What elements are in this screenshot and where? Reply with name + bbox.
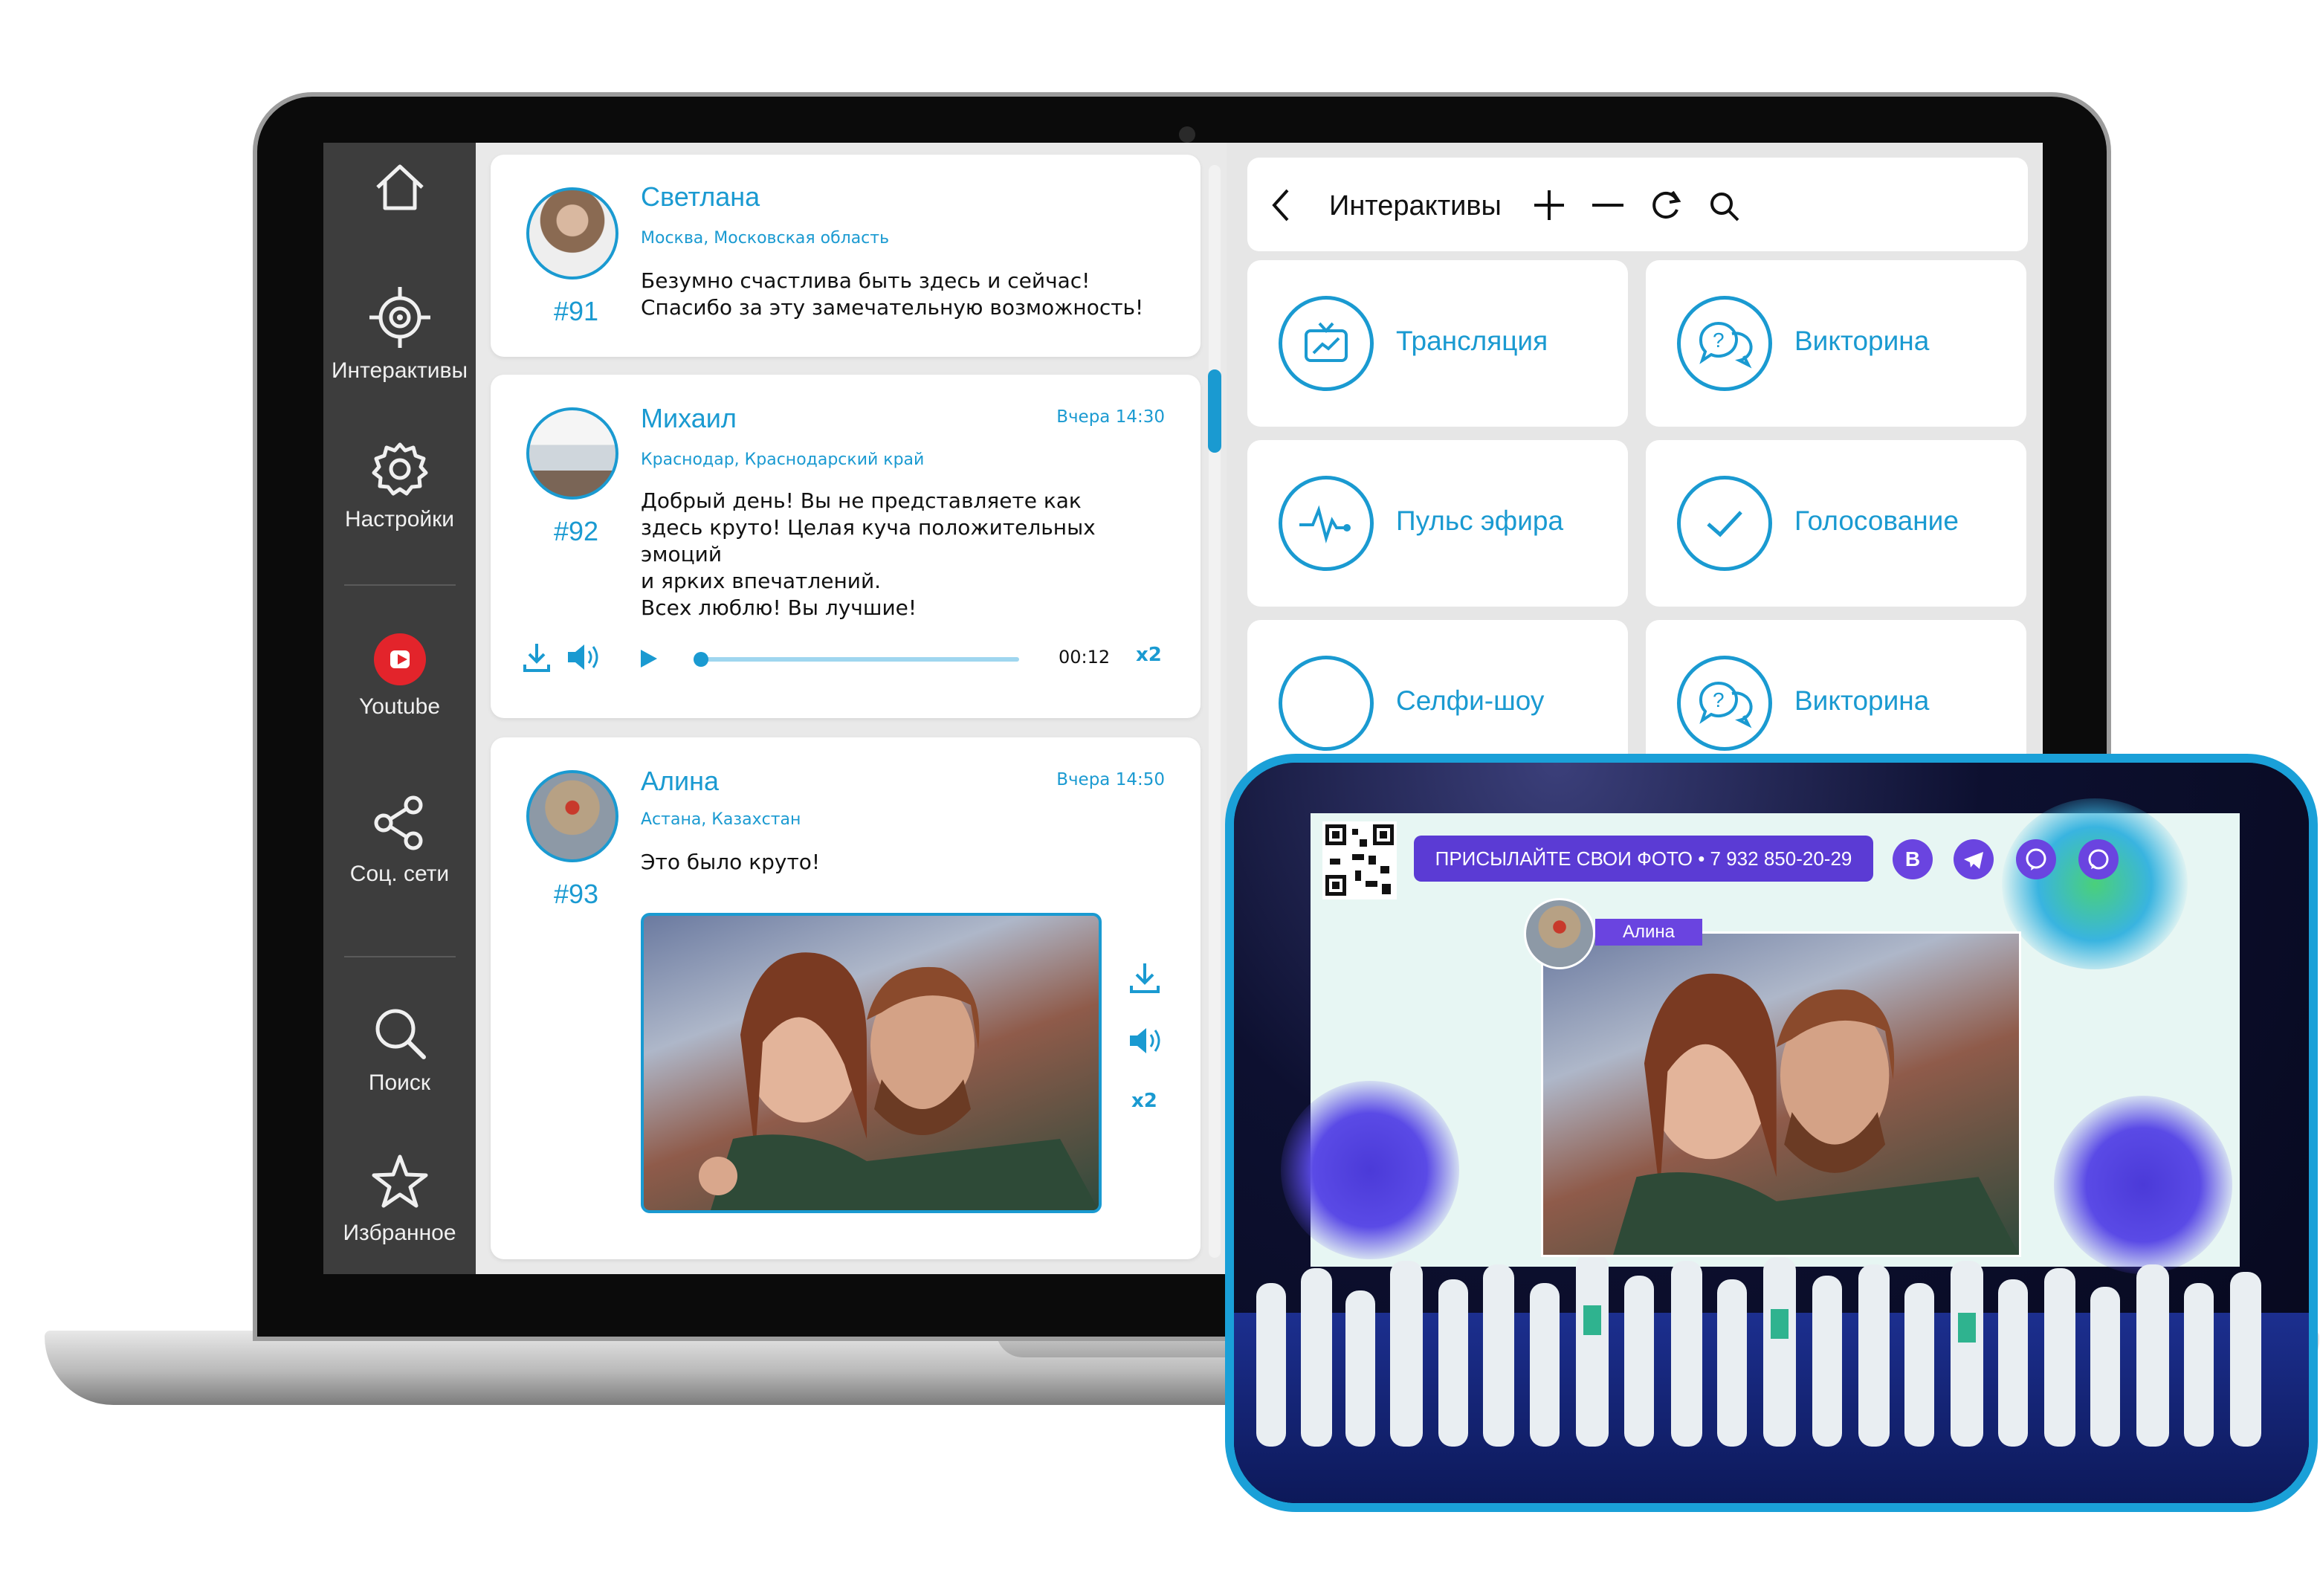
performers-crowd (1256, 1253, 2261, 1447)
camera-icon (1179, 126, 1195, 143)
tile-label: Голосование (1794, 505, 1959, 536)
vk-icon: В (1893, 839, 1933, 879)
tile-label: Викторина (1794, 685, 1930, 716)
sidebar-item-youtube[interactable]: Youtube (323, 633, 476, 720)
tile-label: Викторина (1794, 326, 1930, 356)
tile-label: Трансляция (1396, 326, 1548, 356)
speaker-icon[interactable] (565, 641, 601, 673)
download-icon[interactable] (1127, 960, 1163, 996)
sidebar-item-label: Поиск (368, 1070, 431, 1095)
sidebar-item-label: Избранное (343, 1221, 456, 1245)
stage-selfie-photo (1541, 931, 2021, 1257)
share-icon (374, 795, 422, 850)
sidebar-item-search[interactable]: Поиск (323, 1005, 476, 1096)
search-icon[interactable] (1708, 190, 1741, 223)
qr-code (1322, 821, 1397, 899)
gear-icon (372, 442, 427, 496)
author-name[interactable]: Светлана (641, 181, 760, 213)
minus-icon[interactable] (1591, 189, 1625, 222)
selfie-photo-image (699, 952, 1099, 1210)
author-name[interactable]: Алина (641, 766, 719, 797)
scrollbar-thumb[interactable] (1208, 369, 1221, 453)
sidebar-item-interactives[interactable]: Интерактивы (323, 285, 476, 384)
sidebar-divider (344, 584, 456, 586)
stage-photo-author: Алина (1595, 919, 1702, 946)
telegram-icon (1954, 839, 1994, 879)
youtube-icon (373, 633, 426, 685)
viber-icon (2016, 839, 2056, 879)
sidebar-divider (344, 956, 456, 957)
stage-photo-avatar (1524, 898, 1595, 969)
svg-text:?: ? (1713, 329, 1725, 352)
post-number: #93 (553, 879, 599, 909)
sidebar-item-label: Youtube (358, 694, 440, 719)
refresh-icon[interactable] (1649, 187, 1683, 223)
audio-duration: 00:12 (1059, 647, 1111, 668)
selfie-photo-image (1613, 973, 2019, 1255)
sidebar-item-favorites[interactable]: Избранное (323, 1152, 476, 1246)
tile-label: Пульс эфира (1396, 505, 1564, 536)
glow-decoration (1281, 1081, 1459, 1259)
tv-icon (1279, 296, 1374, 391)
search-icon (375, 1009, 426, 1059)
playback-speed-button[interactable]: x2 (1131, 1090, 1157, 1112)
post-card[interactable]: #93 Алина Вчера 14:50 Астана, Казахстан … (491, 737, 1201, 1259)
stage-banner: ПРИСЫЛАЙТЕ СВОИ ФОТО • 7 932 850-20-29 (1414, 836, 1873, 882)
avatar (526, 187, 618, 280)
tile-pulse[interactable]: Пульс эфира (1247, 440, 1628, 607)
download-icon[interactable] (520, 641, 553, 673)
speaker-icon[interactable] (1127, 1024, 1164, 1057)
sidebar-item-settings[interactable]: Настройки (323, 440, 476, 532)
sidebar-item-label: Настройки (344, 507, 455, 532)
author-location: Астана, Казахстан (641, 810, 801, 829)
tile-broadcast[interactable]: Трансляция (1247, 260, 1628, 427)
glow-decoration (2002, 798, 2188, 969)
whatsapp-icon (2078, 839, 2119, 879)
sidebar-item-social[interactable]: Соц. сети (323, 793, 476, 887)
post-photo[interactable] (641, 913, 1102, 1213)
tile-label: Селфи-шоу (1396, 685, 1545, 716)
avatar (526, 407, 618, 500)
author-location: Москва, Московская область (641, 229, 890, 248)
tile-quiz[interactable]: ? Викторина (1646, 260, 2026, 427)
post-text: Безумно счастлива быть здесь и сейчас! С… (641, 268, 1144, 320)
selfie-icon (1279, 656, 1374, 751)
author-name[interactable]: Михаил (641, 403, 737, 434)
sidebar: Интерактивы Настройки Youtube Соц. сети … (323, 143, 476, 1274)
post-time: Вчера 14:50 (1056, 770, 1165, 789)
home-icon (375, 164, 424, 210)
quiz-chat-icon: ? (1677, 656, 1772, 751)
post-card[interactable]: #91 Светлана Москва, Московская область … (491, 155, 1201, 357)
quiz-chat-icon: ? (1677, 296, 1772, 391)
avatar (526, 770, 618, 862)
author-location: Краснодар, Краснодарский край (641, 450, 925, 469)
page-title: Интерактивы (1329, 190, 1502, 222)
audio-progress-knob[interactable] (694, 652, 708, 667)
back-icon[interactable] (1270, 187, 1292, 223)
sidebar-item-home[interactable] (323, 158, 476, 220)
sidebar-item-label: Интерактивы (331, 358, 468, 383)
post-text: Это было круто! (641, 850, 821, 874)
panel-header: Интерактивы (1247, 158, 2028, 251)
play-icon[interactable] (636, 647, 660, 671)
tile-voting[interactable]: Голосование (1646, 440, 2026, 607)
pulse-icon (1279, 476, 1374, 571)
post-card[interactable]: #92 Михаил Вчера 14:30 Краснодар, Красно… (491, 375, 1201, 718)
target-icon (369, 287, 430, 348)
plus-icon[interactable] (1533, 189, 1565, 222)
post-time: Вчера 14:30 (1056, 407, 1165, 427)
svg-text:?: ? (1713, 688, 1725, 711)
check-icon (1677, 476, 1772, 571)
playback-speed-button[interactable]: x2 (1136, 644, 1162, 666)
post-number: #92 (553, 516, 599, 546)
scroll-track (1209, 165, 1221, 1258)
post-text: Добрый день! Вы не представляете как зде… (641, 488, 1096, 620)
audio-progress-track[interactable] (694, 652, 1019, 667)
post-number: #91 (553, 296, 599, 326)
sidebar-item-label: Соц. сети (349, 862, 450, 886)
star-icon (372, 1154, 427, 1208)
message-feed: #91 Светлана Москва, Московская область … (476, 143, 1227, 1274)
